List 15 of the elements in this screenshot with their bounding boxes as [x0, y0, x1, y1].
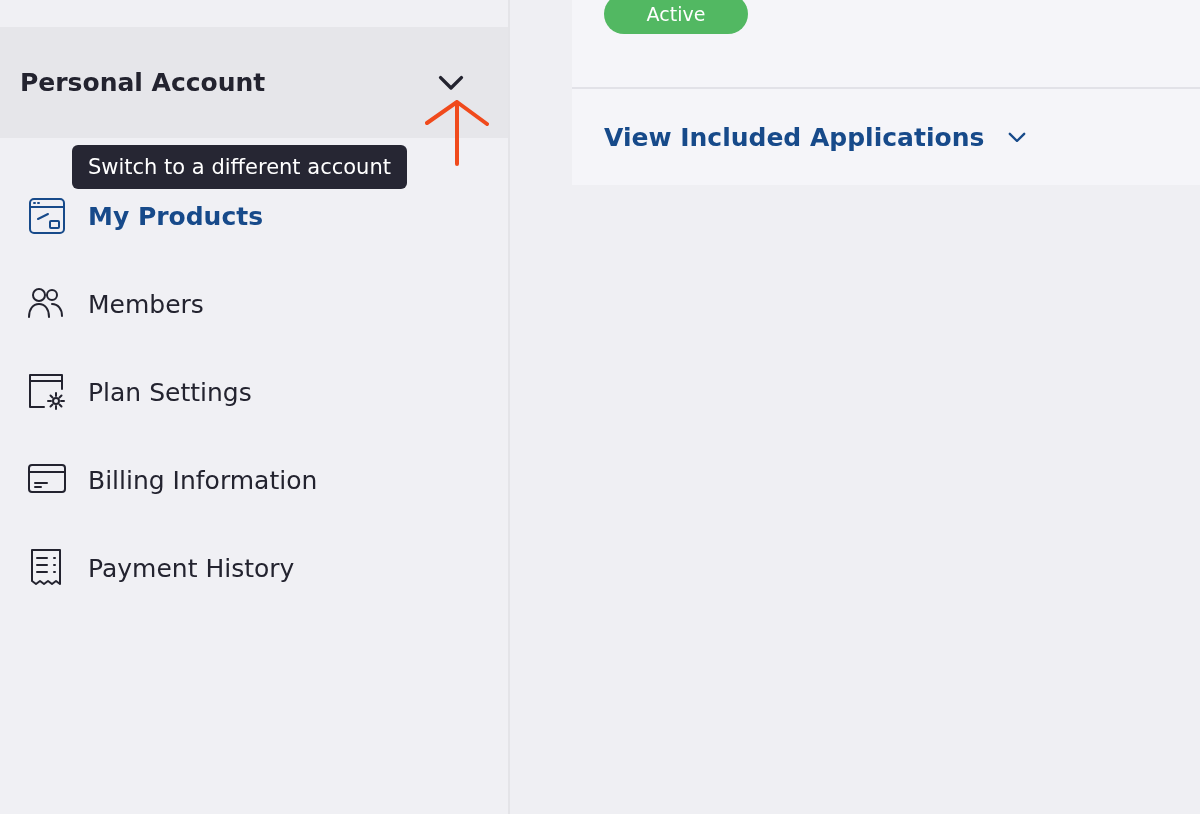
status-badge: Active	[604, 0, 748, 34]
chevron-icon	[438, 74, 464, 91]
sidebar-item[interactable]: Billing Information	[0, 458, 508, 502]
account-name: Personal Account	[20, 68, 266, 97]
sidebar-item[interactable]: Payment History	[0, 546, 508, 590]
account-switcher[interactable]: Personal Account	[0, 27, 508, 138]
sidebar-item[interactable]: Members	[0, 282, 508, 326]
window-icon	[26, 195, 68, 237]
sidebar-item[interactable]: My Products	[0, 194, 508, 238]
chevron-icon	[1008, 131, 1027, 143]
included-applications-link[interactable]: View Included Applications	[604, 122, 1027, 152]
window-gear-icon	[26, 371, 68, 413]
sidebar-item[interactable]: Plan Settings	[0, 370, 508, 414]
arrow-annotation	[425, 98, 489, 168]
tooltip: Switch to a different account	[72, 145, 407, 189]
